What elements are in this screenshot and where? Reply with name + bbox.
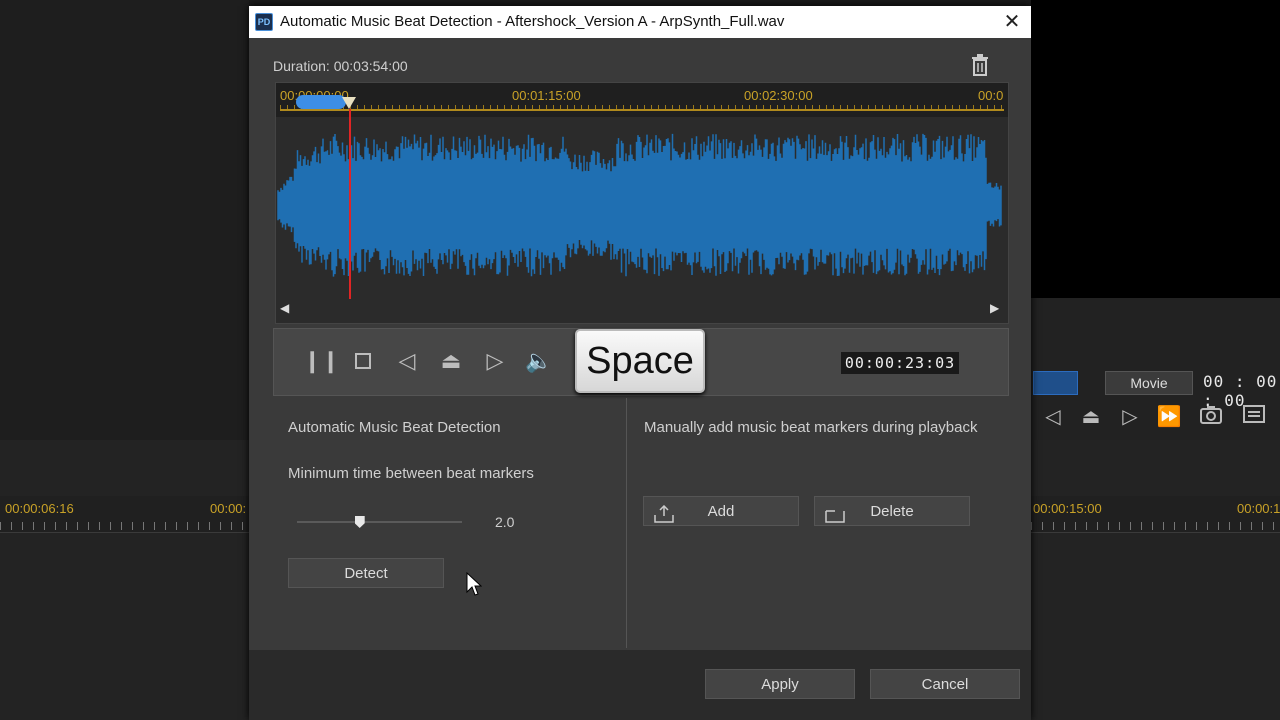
playhead-handle[interactable] (342, 97, 356, 109)
timeline-label-2: 00:02:30:00 (744, 88, 813, 103)
prev-frame-icon[interactable]: ◁ (392, 346, 422, 376)
audio-waveform (277, 133, 1002, 277)
app-icon: PD (255, 13, 273, 31)
timeline-label-1: 00:01:15:00 (512, 88, 581, 103)
waveform-timeline[interactable]: 00:00:00:00 00:01:15:00 00:02:30:00 00:0 (276, 83, 1008, 117)
menu-icon[interactable] (1240, 404, 1268, 430)
ruler-time-2: 00:00: (210, 501, 247, 516)
cancel-button[interactable]: Cancel (870, 669, 1020, 699)
duration-label: Duration: 00:03:54:00 (273, 58, 408, 74)
clip-tab[interactable] (1033, 371, 1078, 395)
ruler-time-3: 00:00:15:00 (1033, 501, 1102, 516)
beat-markers[interactable] (296, 95, 346, 109)
stop-icon[interactable] (348, 346, 378, 376)
delete-button[interactable]: Delete (814, 496, 970, 526)
add-button[interactable]: Add (643, 496, 799, 526)
add-marker-icon (654, 504, 674, 523)
title-bar: PD Automatic Music Beat Detection - Afte… (249, 6, 1031, 38)
delete-marker-icon (825, 504, 845, 523)
next-frame-icon[interactable]: ▷ (480, 346, 510, 376)
delete-button-label: Delete (870, 503, 914, 520)
timeline-label-3: 00:0 (978, 88, 1004, 103)
ruler-ticks-left (0, 522, 249, 530)
space-key-overlay: Space (575, 329, 705, 393)
min-time-slider[interactable] (297, 521, 462, 523)
dialog-title: Automatic Music Beat Detection - Aftersh… (280, 13, 785, 30)
timeline-line (280, 109, 1004, 111)
waveform-path (277, 133, 1002, 277)
waveform-panel[interactable]: 00:00:00:00 00:01:15:00 00:02:30:00 00:0… (275, 82, 1009, 324)
current-timecode: 00:00:23:03 (841, 352, 959, 374)
background-panel-left (0, 0, 249, 440)
ruler-time-1: 00:00:06:16 (5, 501, 74, 516)
apply-button[interactable]: Apply (705, 669, 855, 699)
slider-thumb[interactable] (354, 516, 365, 528)
ruler-ticks-right (1031, 522, 1280, 530)
ruler-time-4: 00:00:1 (1237, 501, 1280, 516)
section-divider (626, 398, 627, 648)
add-button-label: Add (707, 503, 735, 520)
volume-icon[interactable]: 🔈 (524, 346, 554, 376)
snapshot-icon[interactable] (1197, 404, 1225, 430)
auto-detect-heading: Automatic Music Beat Detection (288, 419, 501, 436)
min-time-label: Minimum time between beat markers (288, 465, 534, 482)
background-preview (1031, 0, 1280, 298)
marker-icon[interactable]: ⏏ (1077, 404, 1105, 430)
close-icon[interactable]: ✕ (999, 10, 1025, 34)
pause-icon[interactable]: ❙❙ (303, 346, 340, 376)
slider-value: 2.0 (495, 514, 515, 530)
next-frame-icon[interactable]: ▷ (1116, 404, 1144, 430)
manual-heading: Manually add music beat markers during p… (644, 419, 978, 436)
mouse-cursor-icon (466, 572, 482, 596)
movie-tab[interactable]: Movie (1105, 371, 1193, 395)
playhead-line (349, 109, 351, 299)
add-marker-icon[interactable]: ⏏ (436, 346, 466, 376)
trash-icon[interactable] (971, 54, 989, 76)
prev-frame-icon[interactable]: ◁ (1039, 404, 1067, 430)
beat-detection-dialog: PD Automatic Music Beat Detection - Afte… (249, 6, 1031, 720)
fast-forward-icon[interactable]: ⏩ (1155, 404, 1183, 430)
detect-button[interactable]: Detect (288, 558, 444, 588)
scroll-left-icon[interactable]: ◀ (280, 301, 289, 315)
scroll-right-icon[interactable]: ▶ (990, 301, 999, 315)
